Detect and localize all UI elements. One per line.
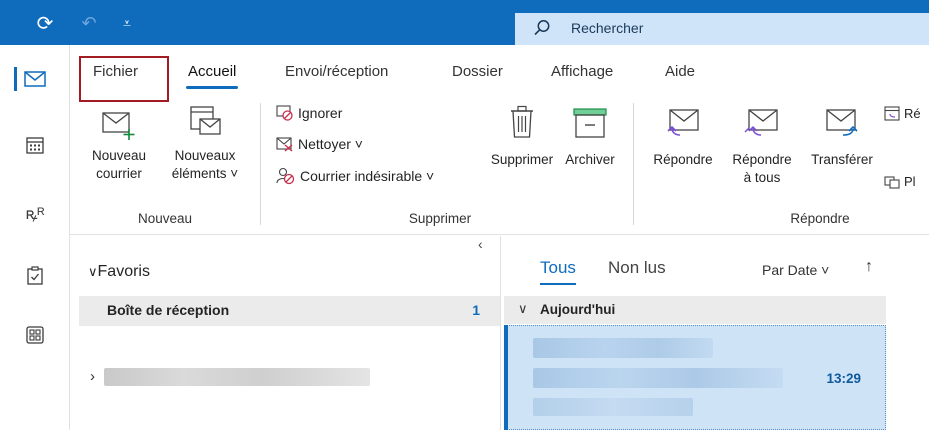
tab-accueil[interactable]: Accueil bbox=[184, 63, 240, 89]
meeting-reply-button[interactable]: Ré bbox=[884, 105, 921, 121]
reply-all-button[interactable]: Répondre à tous bbox=[724, 107, 800, 187]
new-items-icon bbox=[190, 106, 221, 135]
delete-button[interactable]: Supprimer bbox=[484, 105, 560, 169]
forward-icon bbox=[826, 109, 858, 136]
sort-direction-icon[interactable]: ↑ bbox=[865, 258, 873, 276]
more-respond-icon bbox=[884, 176, 900, 189]
more-respond-button[interactable]: Pl bbox=[884, 173, 916, 189]
ribbon: Fichier Accueil Envoi/réception Dossier … bbox=[70, 45, 929, 235]
clean-up-icon bbox=[276, 137, 293, 152]
archive-button[interactable]: Archiver bbox=[558, 107, 622, 169]
calendar-icon bbox=[26, 137, 44, 154]
redacted-preview bbox=[533, 398, 693, 416]
new-mail-label-1: Nouveau bbox=[91, 148, 147, 163]
account-folder-row[interactable]: › bbox=[90, 364, 450, 390]
tab-aide[interactable]: Aide bbox=[661, 63, 699, 80]
mail-icon bbox=[24, 71, 46, 87]
search-icon bbox=[534, 20, 550, 36]
search-box[interactable]: Rechercher bbox=[515, 13, 929, 45]
favorites-label: Favoris bbox=[97, 263, 150, 280]
apps-icon bbox=[26, 326, 44, 344]
reply-icon bbox=[667, 109, 699, 136]
send-receive-icon[interactable]: ⟳ bbox=[34, 12, 56, 35]
more-respond-label: Pl bbox=[904, 173, 916, 189]
search-placeholder: Rechercher bbox=[571, 20, 644, 36]
inbox-unread-count: 1 bbox=[472, 302, 480, 318]
redacted-subject bbox=[533, 368, 783, 388]
chevron-right-icon: › bbox=[90, 368, 95, 385]
inbox-label: Boîte de réception bbox=[107, 302, 230, 318]
fichier-highlight-box bbox=[79, 56, 169, 102]
group-separator bbox=[633, 103, 634, 225]
group-label-supprimer: Supprimer bbox=[408, 211, 472, 226]
reply-all-icon bbox=[744, 109, 778, 136]
tab-dossier[interactable]: Dossier bbox=[448, 63, 507, 80]
junk-icon bbox=[276, 167, 295, 185]
rail-tasks[interactable] bbox=[0, 257, 70, 293]
collapse-pane-icon[interactable]: ‹ bbox=[478, 236, 483, 252]
junk-label: Courrier indésirable ˅ bbox=[300, 168, 435, 184]
ignore-button[interactable]: Ignorer bbox=[276, 105, 342, 121]
group-separator bbox=[260, 103, 261, 225]
meeting-reply-icon bbox=[884, 106, 900, 121]
chevron-down-icon: ∨ bbox=[88, 264, 98, 279]
new-mail-label-2: courrier bbox=[96, 166, 142, 181]
archive-icon bbox=[573, 108, 607, 138]
new-items-label-2: éléments ˅ bbox=[171, 166, 239, 181]
reply-label: Répondre bbox=[653, 152, 713, 167]
rail-mail[interactable] bbox=[0, 61, 70, 97]
clean-up-label: Nettoyer ˅ bbox=[298, 136, 363, 152]
tab-tous[interactable]: Tous bbox=[540, 258, 576, 285]
junk-button[interactable]: Courrier indésirable ˅ bbox=[276, 167, 434, 185]
tab-non-lus[interactable]: Non lus bbox=[608, 258, 666, 278]
meeting-reply-label: Ré bbox=[904, 105, 921, 121]
rail-calendar[interactable] bbox=[0, 127, 70, 163]
rail-apps[interactable] bbox=[0, 317, 70, 353]
sort-by-date-dropdown[interactable]: Par Date ˅ bbox=[762, 262, 829, 278]
tab-envoi-reception[interactable]: Envoi/réception bbox=[281, 63, 392, 80]
tab-affichage[interactable]: Affichage bbox=[547, 63, 617, 80]
delete-label: Supprimer bbox=[490, 152, 554, 167]
title-bar: ⟳ ↶ ⩡ Rechercher bbox=[0, 0, 929, 45]
people-icon: ꝶᴿ bbox=[25, 206, 45, 223]
reply-all-label-1: Répondre bbox=[732, 152, 792, 167]
undo-icon[interactable]: ↶ bbox=[78, 12, 100, 34]
customize-toolbar-icon[interactable]: ⩡ bbox=[118, 12, 136, 34]
group-today-label: Aujourd'hui bbox=[540, 302, 616, 317]
group-header-today[interactable]: ∨ Aujourd'hui bbox=[504, 296, 886, 324]
tasks-icon bbox=[27, 265, 43, 285]
reply-button[interactable]: Répondre bbox=[645, 107, 721, 169]
forward-button[interactable]: Transférer bbox=[804, 107, 880, 169]
folder-inbox[interactable]: Boîte de réception 1 bbox=[79, 296, 500, 326]
favorites-header[interactable]: ∨Favoris bbox=[88, 263, 150, 281]
ignore-label: Ignorer bbox=[298, 105, 343, 121]
group-label-nouveau: Nouveau bbox=[137, 211, 193, 226]
new-mail-button[interactable]: Nouveau courrier bbox=[88, 107, 150, 183]
group-label-repondre: Répondre bbox=[790, 211, 850, 226]
message-item[interactable]: 13:29 bbox=[504, 325, 886, 430]
ignore-icon bbox=[276, 105, 293, 121]
redacted-account-name bbox=[104, 368, 370, 386]
reply-all-label-2: à tous bbox=[743, 170, 781, 185]
folder-pane: ‹ ∨Favoris Boîte de réception 1 › bbox=[70, 236, 500, 430]
clean-up-button[interactable]: Nettoyer ˅ bbox=[276, 136, 363, 152]
forward-label: Transférer bbox=[811, 152, 873, 167]
message-time: 13:29 bbox=[826, 371, 861, 386]
nav-rail: ꝶᴿ bbox=[0, 45, 70, 430]
message-list-pane: Tous Non lus Par Date ˅ ↑ ∨ Aujourd'hui … bbox=[500, 236, 929, 430]
rail-people[interactable]: ꝶᴿ bbox=[0, 195, 70, 231]
new-items-label-1: Nouveaux bbox=[174, 148, 236, 163]
delete-icon bbox=[511, 105, 533, 138]
new-mail-icon bbox=[102, 112, 135, 140]
archive-label: Archiver bbox=[565, 152, 615, 167]
new-items-button[interactable]: Nouveaux éléments ˅ bbox=[165, 105, 245, 183]
redacted-sender bbox=[533, 338, 713, 358]
chevron-down-icon: ∨ bbox=[518, 301, 528, 316]
